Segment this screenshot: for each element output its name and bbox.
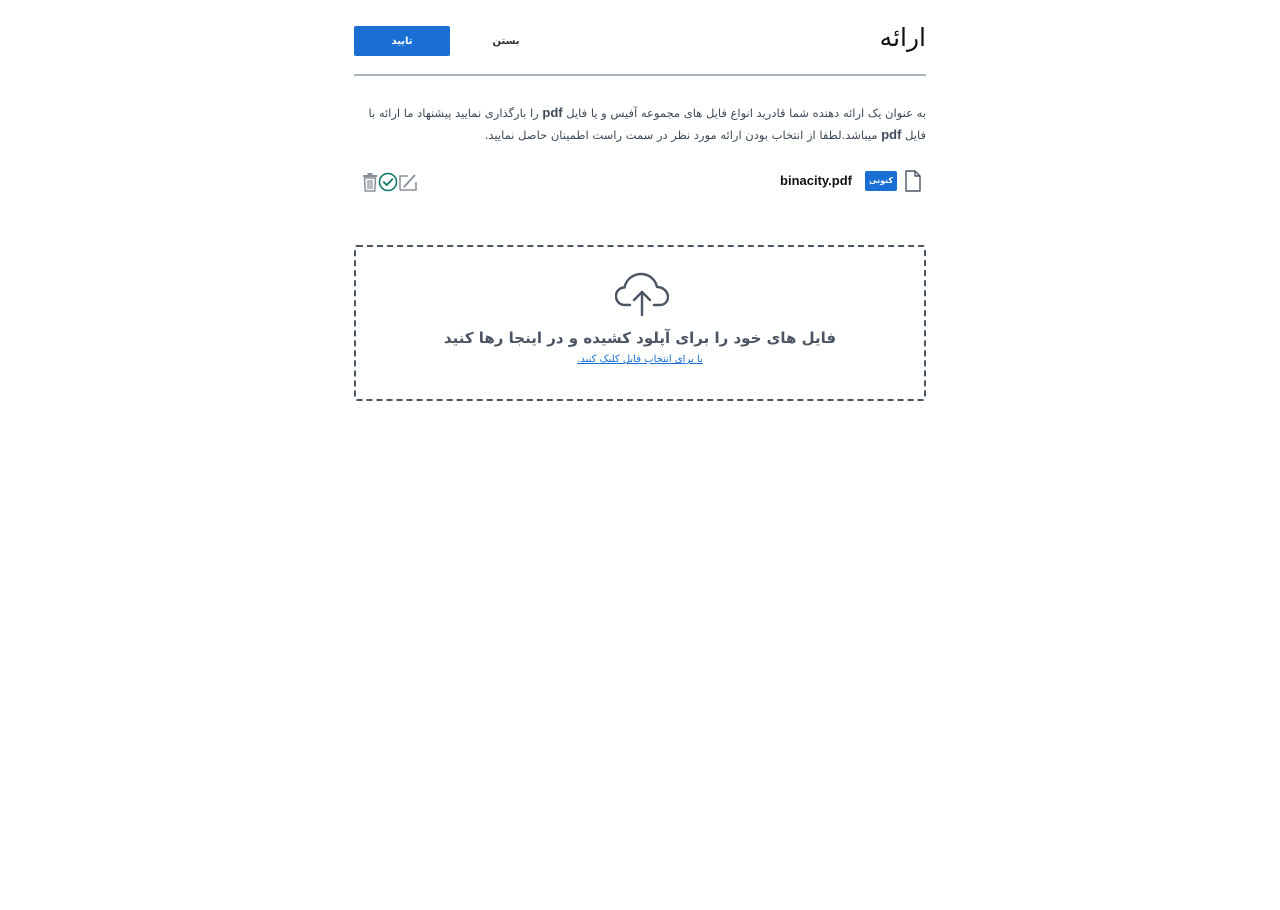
page-title: ارائه xyxy=(879,23,926,52)
description-text: به عنوان یک ارائه دهنده شما قادرید انواع… xyxy=(354,102,926,146)
file-dropzone[interactable]: فایل های خود را برای آپلود کشیده و در ای… xyxy=(354,245,926,401)
check-circle-icon[interactable] xyxy=(378,172,398,192)
description-pdf-1: pdf xyxy=(542,105,563,120)
trash-icon[interactable] xyxy=(360,172,380,192)
file-name: binacity.pdf xyxy=(780,173,852,188)
current-badge: کنونی xyxy=(865,171,897,191)
file-list-item[interactable]: کنونی binacity.pdf xyxy=(354,168,926,196)
close-button[interactable]: بستن xyxy=(482,26,530,56)
dropzone-title: فایل های خود را برای آپلود کشیده و در ای… xyxy=(443,329,837,347)
choose-file-link[interactable]: یا برای انتخاب فایل کلیک کنید. xyxy=(577,354,703,365)
file-icon xyxy=(905,170,921,192)
presentation-dialog: ارائه بستن تایید به عنوان یک ارائه دهنده… xyxy=(354,0,926,910)
confirm-button[interactable]: تایید xyxy=(354,26,450,56)
cloud-upload-icon xyxy=(615,272,669,317)
dropzone-hint: یا برای انتخاب فایل کلیک کنید. xyxy=(356,352,924,368)
description-pdf-2: pdf xyxy=(881,127,902,142)
description-part-3: میباشد.لطفا از انتخاب بودن ارائه مورد نظ… xyxy=(484,128,882,142)
sign-icon[interactable] xyxy=(398,172,418,192)
dialog-header: ارائه بستن تایید xyxy=(354,0,926,76)
description-part-1: به عنوان یک ارائه دهنده شما قادرید انواع… xyxy=(562,106,926,120)
